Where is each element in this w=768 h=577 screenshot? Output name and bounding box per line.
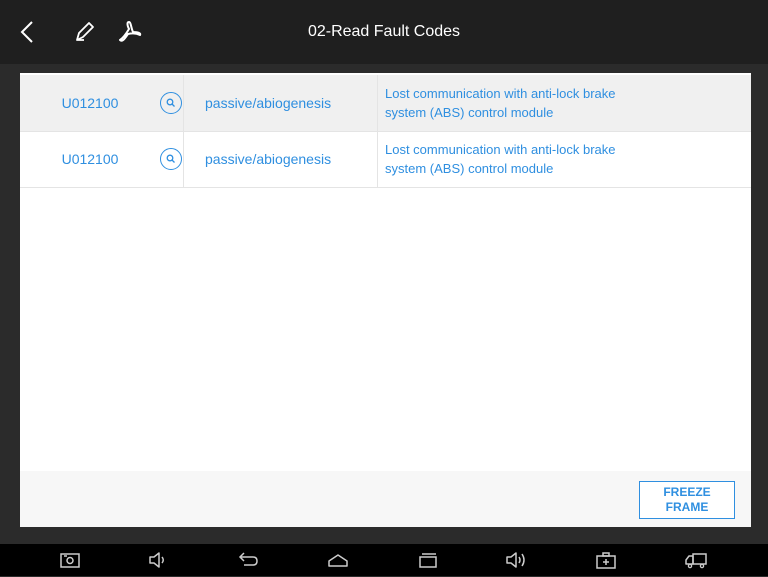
fault-info-button[interactable] [151, 131, 191, 187]
fault-description-line: system (ABS) control module [385, 161, 554, 176]
volume-down-icon[interactable] [146, 548, 170, 572]
fault-description: Lost communication with anti-lock brake … [385, 131, 705, 187]
fault-description-line: Lost communication with anti-lock brake [385, 142, 616, 157]
fault-description: Lost communication with anti-lock brake … [385, 75, 705, 131]
column-divider [183, 131, 184, 187]
fault-info-button[interactable] [151, 75, 191, 131]
screenshot-icon[interactable] [58, 548, 82, 572]
top-bar: 02-Read Fault Codes [0, 0, 768, 64]
fault-description-line: Lost communication with anti-lock brake [385, 86, 616, 101]
fault-status: passive/abiogenesis [205, 95, 332, 111]
fault-description-line: system (ABS) control module [385, 105, 554, 120]
fault-row[interactable]: U012100 passive/abiogenesis Lost communi… [20, 131, 751, 188]
page-title: 02-Read Fault Codes [307, 23, 461, 40]
column-divider [377, 75, 378, 131]
toolbox-icon[interactable] [594, 548, 618, 572]
truck-icon[interactable] [684, 548, 708, 572]
action-footer: FREEZE FRAME [20, 471, 751, 527]
volume-up-icon[interactable] [504, 548, 528, 572]
fault-code: U012100 [61, 95, 119, 111]
system-nav-bar [0, 544, 768, 576]
freeze-frame-button[interactable]: FREEZE FRAME [639, 481, 735, 519]
freeze-frame-label: FREEZE [663, 485, 711, 499]
fault-row[interactable]: U012100 passive/abiogenesis Lost communi… [20, 75, 751, 132]
fault-status: passive/abiogenesis [205, 151, 332, 167]
column-divider [377, 131, 378, 187]
home-icon[interactable] [326, 548, 350, 572]
column-divider [183, 75, 184, 131]
freeze-frame-label: FRAME [665, 500, 709, 514]
recent-apps-icon[interactable] [416, 548, 440, 572]
fault-code-panel: U012100 passive/abiogenesis Lost communi… [20, 73, 751, 527]
fault-code: U012100 [61, 151, 119, 167]
back-arrow-icon[interactable] [236, 548, 260, 572]
